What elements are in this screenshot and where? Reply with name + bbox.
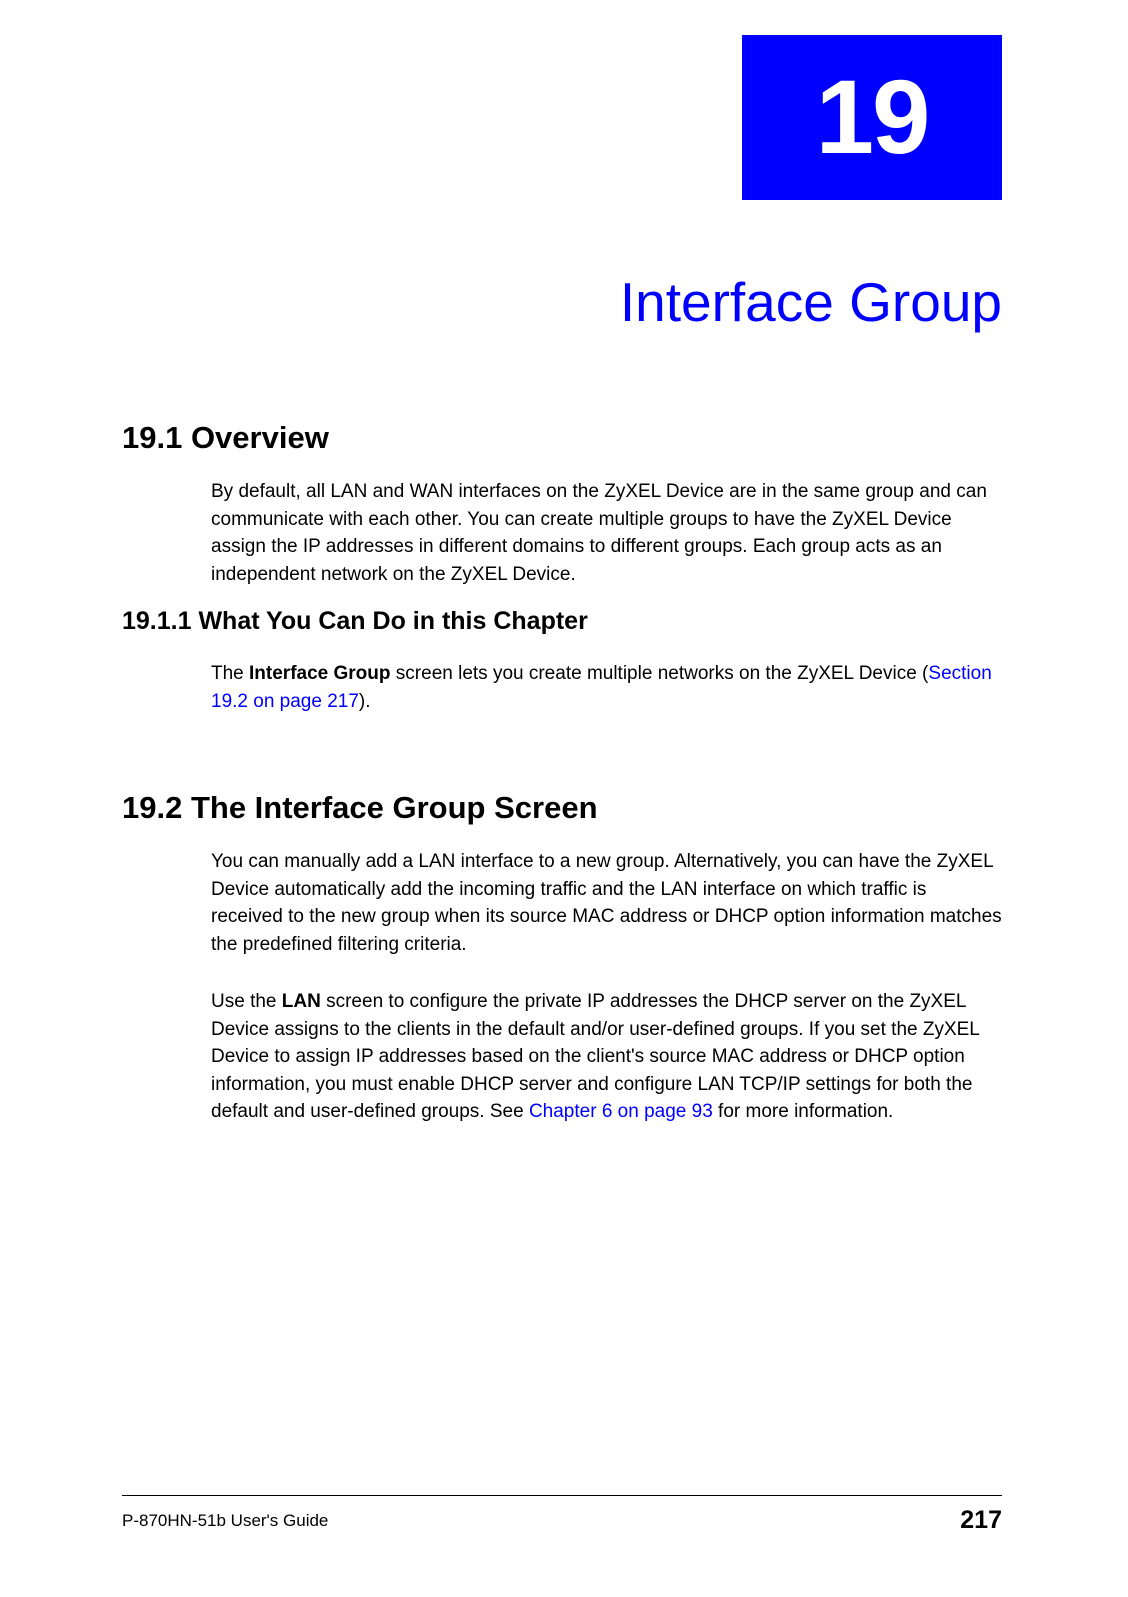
footer-guide-title: P-870HN-51b User's Guide <box>122 1511 328 1531</box>
chapter-number: 19 <box>816 58 929 178</box>
section-body-19-2-p2: Use the LAN screen to configure the priv… <box>211 988 1002 1126</box>
text-bold: Interface Group <box>249 663 390 684</box>
section-heading-19-1: 19.1 Overview <box>122 420 1002 456</box>
text-fragment: ). <box>359 691 371 712</box>
section-heading-19-2: 19.2 The Interface Group Screen <box>122 790 1002 826</box>
chapter-title: Interface Group <box>620 270 1002 334</box>
section-body-19-2-p1: You can manually add a LAN interface to … <box>211 848 1002 958</box>
text-fragment: The <box>211 663 249 684</box>
text-bold: LAN <box>282 991 321 1012</box>
page-footer: P-870HN-51b User's Guide 217 <box>122 1495 1002 1535</box>
text-fragment: screen lets you create multiple networks… <box>391 663 929 684</box>
section-body-19-1-1: The Interface Group screen lets you crea… <box>211 660 1002 715</box>
chapter-number-box: 19 <box>742 35 1002 200</box>
footer-page-number: 217 <box>960 1506 1002 1535</box>
section-body-19-1: By default, all LAN and WAN interfaces o… <box>211 478 1002 588</box>
document-page: 19 Interface Group 19.1 Overview By defa… <box>0 0 1128 1597</box>
text-fragment: for more information. <box>713 1101 894 1122</box>
section-heading-19-1-1: 19.1.1 What You Can Do in this Chapter <box>122 607 1002 636</box>
cross-reference-link[interactable]: Chapter 6 on page 93 <box>529 1101 713 1122</box>
text-fragment: Use the <box>211 991 282 1012</box>
